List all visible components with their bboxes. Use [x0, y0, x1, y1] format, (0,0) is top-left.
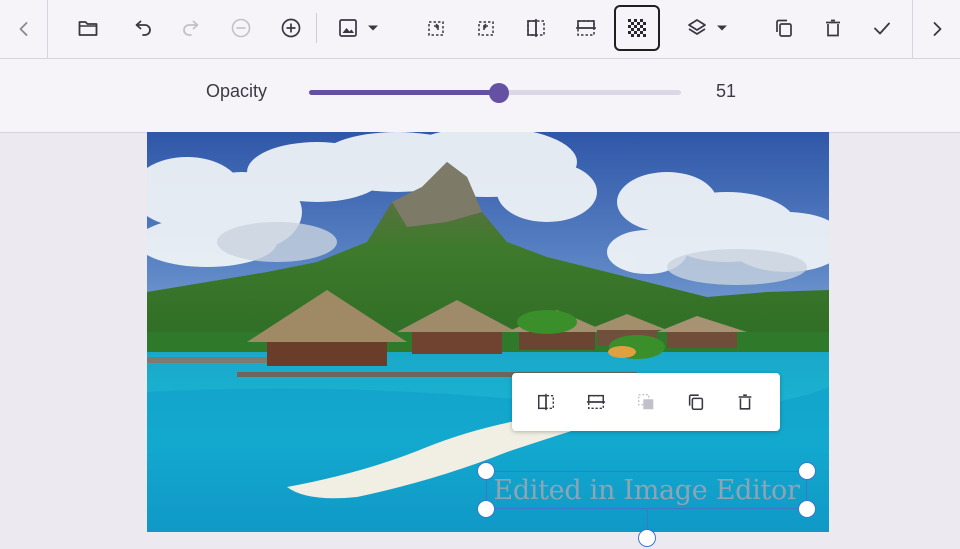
main-toolbar	[0, 0, 960, 59]
dropdown-caret-icon	[717, 25, 727, 31]
resize-handle-bottom-left[interactable]	[477, 500, 495, 518]
quick-flip-vertical-button[interactable]	[576, 382, 616, 422]
checkmark-icon	[874, 22, 890, 35]
flip-vertical-button[interactable]	[563, 5, 609, 51]
layers-icon	[688, 19, 706, 35]
zoom-out-icon	[231, 18, 251, 38]
opacity-value: 51	[716, 81, 737, 101]
duplicate-button[interactable]	[761, 5, 807, 51]
rotate-handle[interactable]	[638, 529, 656, 547]
delete-button[interactable]	[810, 5, 856, 51]
image-dropdown-button[interactable]	[328, 5, 390, 51]
dropdown-caret-icon	[368, 25, 378, 31]
opacity-slider-thumb[interactable]	[488, 83, 509, 103]
resize-handle-top-left[interactable]	[477, 462, 495, 480]
transparency-button[interactable]	[614, 5, 660, 51]
checkerboard-icon	[628, 19, 646, 37]
quick-bring-forward-button[interactable]	[626, 382, 666, 422]
zoom-in-button[interactable]	[268, 5, 314, 51]
rotate-right-icon	[478, 21, 494, 36]
bring-forward-icon	[638, 394, 654, 410]
opacity-slider[interactable]	[309, 83, 681, 103]
flip-vertical-icon	[576, 20, 596, 36]
opacity-toolbar: Opacity 51	[0, 59, 960, 133]
scroll-right-button[interactable]	[912, 0, 960, 58]
scroll-left-button[interactable]	[0, 0, 48, 58]
duplicate-icon	[776, 19, 792, 37]
opacity-label: Opacity	[206, 81, 268, 101]
opacity-slider-fill	[309, 90, 499, 95]
open-button[interactable]	[65, 5, 111, 51]
quick-delete-button[interactable]	[725, 382, 765, 422]
flip-horizontal-icon	[538, 393, 554, 411]
quick-duplicate-button[interactable]	[676, 382, 716, 422]
flip-horizontal-icon	[527, 19, 545, 37]
toolbar-separator	[316, 13, 317, 43]
folder-icon	[78, 21, 98, 36]
resize-handle-top-right[interactable]	[798, 462, 816, 480]
rotate-left-icon	[428, 21, 444, 36]
redo-button[interactable]	[169, 5, 215, 51]
rotate-left-button[interactable]	[413, 5, 459, 51]
undo-button[interactable]	[119, 5, 165, 51]
quick-flip-horizontal-button[interactable]	[526, 382, 566, 422]
zoom-out-button[interactable]	[218, 5, 264, 51]
rotate-right-button[interactable]	[463, 5, 509, 51]
trash-icon	[738, 394, 752, 410]
rotation-connector	[647, 509, 648, 529]
selection-quick-toolbar	[512, 373, 780, 431]
chevron-right-icon	[933, 22, 941, 36]
resize-handle-bottom-right[interactable]	[798, 500, 816, 518]
text-annotation-content: Edited in Image Editor	[493, 474, 800, 506]
redo-icon	[183, 20, 199, 36]
ok-button[interactable]	[859, 5, 905, 51]
flip-vertical-icon	[586, 394, 606, 410]
image-icon	[339, 19, 357, 37]
z-order-dropdown-button[interactable]	[677, 5, 739, 51]
trash-icon	[826, 19, 840, 37]
chevron-left-icon	[19, 22, 27, 36]
zoom-in-icon	[281, 18, 301, 38]
undo-icon	[135, 20, 151, 36]
text-annotation[interactable]: Edited in Image Editor	[486, 471, 807, 509]
duplicate-icon	[688, 394, 704, 411]
flip-horizontal-button[interactable]	[513, 5, 559, 51]
